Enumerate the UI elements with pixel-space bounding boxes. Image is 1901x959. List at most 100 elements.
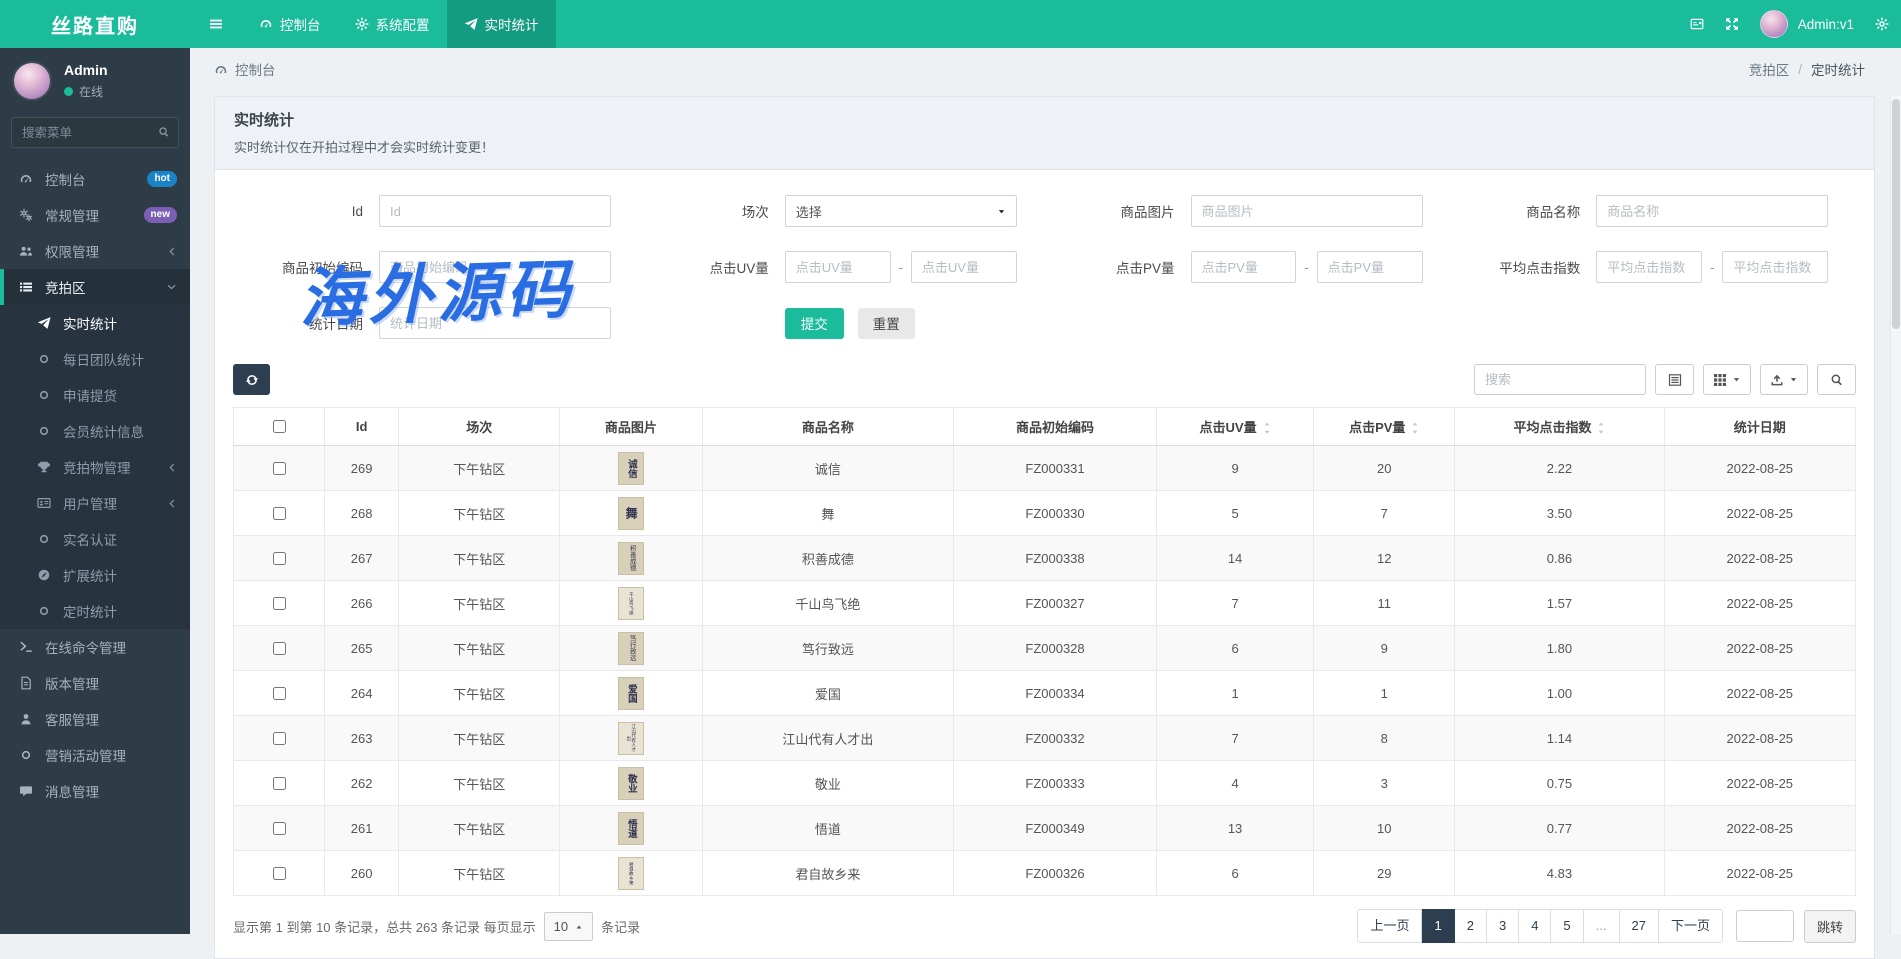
- toggle-view-button[interactable]: [1655, 364, 1694, 395]
- filter-click-pv-max-input[interactable]: [1317, 251, 1423, 283]
- page-button-3[interactable]: 3: [1487, 909, 1519, 943]
- sidebar-item-member-stats-info[interactable]: 会员统计信息: [0, 413, 190, 449]
- column-header[interactable]: Id: [324, 408, 399, 446]
- sidebar-item-version-management[interactable]: 版本管理: [0, 665, 190, 701]
- filter-avg-click-index-min-input[interactable]: [1596, 251, 1702, 283]
- table-row[interactable]: 260下午钻区君自故乡来君自故乡来FZ0003266294.832022-08-…: [234, 851, 1856, 896]
- sidebar-item-daily-team-stats[interactable]: 每日团队统计: [0, 341, 190, 377]
- sidebar-item-marketing-management[interactable]: 营销活动管理: [0, 737, 190, 773]
- page-jump-button[interactable]: 跳转: [1804, 910, 1856, 943]
- product-thumbnail[interactable]: 诚信: [618, 452, 644, 485]
- row-checkbox[interactable]: [273, 462, 286, 475]
- filter-product-name-input[interactable]: [1596, 195, 1828, 227]
- sidebar-item-timed-stats[interactable]: 定时统计: [0, 593, 190, 629]
- row-checkbox[interactable]: [273, 597, 286, 610]
- table-row[interactable]: 264下午钻区爱国爱国FZ000334111.002022-08-25: [234, 671, 1856, 716]
- product-thumbnail[interactable]: 积善成德: [618, 542, 644, 575]
- filter-product-image-input[interactable]: [1191, 195, 1423, 227]
- sidebar-item-support-management[interactable]: 客服管理: [0, 701, 190, 737]
- sort-icon[interactable]: [1597, 420, 1605, 436]
- column-header[interactable]: 点击UV量: [1156, 408, 1313, 446]
- submit-button[interactable]: 提交: [785, 308, 844, 339]
- sidebar-item-extended-stats[interactable]: 扩展统计: [0, 557, 190, 593]
- reset-button[interactable]: 重置: [858, 308, 915, 339]
- sidebar-search-input[interactable]: [11, 117, 179, 148]
- sidebar-item-message-management[interactable]: 消息管理: [0, 773, 190, 809]
- sidebar-toggle-button[interactable]: [190, 0, 242, 48]
- row-checkbox[interactable]: [273, 822, 286, 835]
- sort-icon[interactable]: [1411, 420, 1419, 436]
- table-row[interactable]: 262下午钻区敬业敬业FZ000333430.752022-08-25: [234, 761, 1856, 806]
- settings-gear-icon[interactable]: [1875, 17, 1889, 31]
- filter-click-uv-max-input[interactable]: [911, 251, 1017, 283]
- sort-icon[interactable]: [1263, 420, 1271, 436]
- scrollbar-thumb[interactable]: [1892, 99, 1900, 329]
- sidebar-avatar[interactable]: [12, 61, 52, 101]
- top-nav-realtime-stats[interactable]: 实时统计: [447, 0, 556, 48]
- filter-click-pv-min-input[interactable]: [1191, 251, 1297, 283]
- filter-product-code-input[interactable]: [379, 251, 611, 283]
- filter-session-select[interactable]: 选择: [785, 195, 1017, 227]
- user-menu[interactable]: Admin:v1: [1798, 17, 1854, 32]
- page-jump-input[interactable]: [1736, 910, 1794, 942]
- product-thumbnail[interactable]: 君自故乡来: [618, 857, 644, 890]
- top-nav-system-config[interactable]: 系统配置: [338, 0, 447, 48]
- table-row[interactable]: 265下午钻区笃行致远笃行致远FZ000328691.802022-08-25: [234, 626, 1856, 671]
- table-row[interactable]: 263下午钻区江山代有人才出江山代有人才出FZ000332781.142022-…: [234, 716, 1856, 761]
- sidebar-item-realtime-stats[interactable]: 实时统计: [0, 305, 190, 341]
- column-header[interactable]: 商品初始编码: [954, 408, 1157, 446]
- sidebar-item-online-command-management[interactable]: 在线命令管理: [0, 629, 190, 665]
- sidebar-item-auction-zone[interactable]: 竞拍区: [0, 269, 190, 305]
- prev-page-button[interactable]: 上一页: [1357, 909, 1422, 943]
- column-header[interactable]: 场次: [399, 408, 560, 446]
- row-checkbox[interactable]: [273, 642, 286, 655]
- brand-logo[interactable]: 丝路直购: [0, 0, 190, 48]
- sidebar-item-user-management[interactable]: 用户管理: [0, 485, 190, 521]
- product-thumbnail[interactable]: 舞: [618, 497, 644, 530]
- row-checkbox[interactable]: [273, 777, 286, 790]
- filter-stat-date-input[interactable]: [379, 307, 611, 339]
- top-nav-dashboard[interactable]: 控制台: [242, 0, 338, 48]
- table-row[interactable]: 267下午钻区积善成德积善成德FZ00033814120.862022-08-2…: [234, 536, 1856, 581]
- product-thumbnail[interactable]: 笃行致远: [618, 632, 644, 665]
- row-checkbox[interactable]: [273, 687, 286, 700]
- page-button-1[interactable]: 1: [1422, 909, 1454, 943]
- table-row[interactable]: 266下午钻区千山鸟飞绝千山鸟飞绝FZ0003277111.572022-08-…: [234, 581, 1856, 626]
- table-search-input[interactable]: [1474, 364, 1646, 395]
- row-checkbox[interactable]: [273, 867, 286, 880]
- page-button-2[interactable]: 2: [1455, 909, 1487, 943]
- sidebar-item-general-management[interactable]: 常规管理new: [0, 197, 190, 233]
- product-thumbnail[interactable]: 爱国: [618, 677, 644, 710]
- table-row[interactable]: 268下午钻区舞舞FZ000330573.502022-08-25: [234, 491, 1856, 536]
- product-thumbnail[interactable]: 千山鸟飞绝: [618, 587, 644, 620]
- search-button[interactable]: [1817, 364, 1856, 395]
- next-page-button[interactable]: 下一页: [1659, 909, 1723, 943]
- refresh-button[interactable]: [233, 364, 270, 395]
- sidebar-item-permission-management[interactable]: 权限管理: [0, 233, 190, 269]
- product-thumbnail[interactable]: 敬业: [618, 767, 644, 800]
- table-row[interactable]: 269下午钻区诚信诚信FZ0003319202.222022-08-25: [234, 446, 1856, 491]
- select-all-checkbox[interactable]: [273, 420, 286, 433]
- breadcrumb-home[interactable]: 控制台: [214, 59, 276, 79]
- fullscreen-icon[interactable]: [1725, 17, 1739, 31]
- page-button-4[interactable]: 4: [1519, 909, 1551, 943]
- sidebar-item-auction-item-management[interactable]: 竞拍物管理: [0, 449, 190, 485]
- product-thumbnail[interactable]: 悟道: [618, 812, 644, 845]
- scrollbar[interactable]: [1890, 96, 1901, 934]
- sidebar-item-dashboard[interactable]: 控制台hot: [0, 161, 190, 197]
- page-size-select[interactable]: 10: [544, 912, 593, 941]
- apps-icon[interactable]: [1690, 17, 1704, 31]
- column-header[interactable]: 点击PV量: [1314, 408, 1455, 446]
- filter-avg-click-index-max-input[interactable]: [1722, 251, 1828, 283]
- page-button-5[interactable]: 5: [1551, 909, 1583, 943]
- page-button-27[interactable]: 27: [1620, 909, 1659, 943]
- filter-id-input[interactable]: [379, 195, 611, 227]
- filter-click-uv-min-input[interactable]: [785, 251, 891, 283]
- sidebar-item-realname-auth[interactable]: 实名认证: [0, 521, 190, 557]
- column-header[interactable]: 商品名称: [702, 408, 953, 446]
- column-header[interactable]: 商品图片: [560, 408, 703, 446]
- breadcrumb-section[interactable]: 竞拍区: [1749, 59, 1790, 79]
- row-checkbox[interactable]: [273, 552, 286, 565]
- sidebar-item-pickup-apply[interactable]: 申请提货: [0, 377, 190, 413]
- product-thumbnail[interactable]: 江山代有人才出: [618, 722, 644, 755]
